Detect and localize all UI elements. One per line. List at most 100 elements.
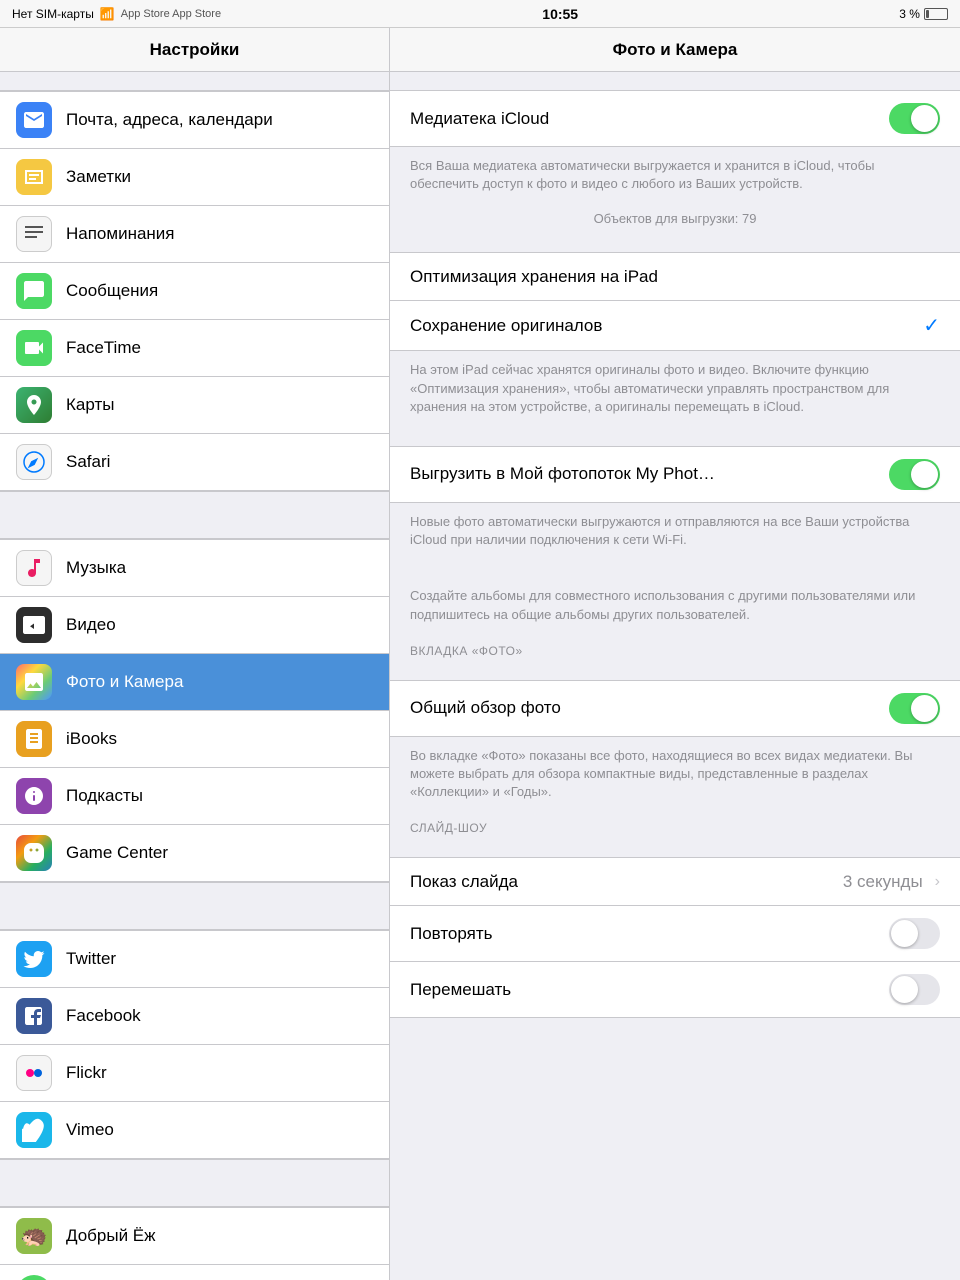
sidebar-item-video[interactable]: Видео [0, 597, 389, 654]
store-labels: App Store App Store [121, 8, 221, 20]
sidebar-item-safari[interactable]: Safari [0, 434, 389, 491]
slideshow-header: СЛАЙД-ШОУ [390, 813, 960, 839]
facetime-label: FaceTime [66, 338, 141, 358]
sidebar-group-1: Почта, адреса, календари Заметки Напомин… [0, 90, 389, 492]
maps-label: Карты [66, 395, 114, 415]
photos-label: Фото и Камера [66, 672, 183, 692]
sidebar-item-maps[interactable]: Карты [0, 377, 389, 434]
photos-overview-row[interactable]: Общий обзор фото [390, 681, 960, 736]
podcasts-icon [16, 778, 52, 814]
sidebar-group-3: Twitter Facebook Flickr Vi [0, 929, 389, 1160]
mail-icon [16, 102, 52, 138]
photos-icon [16, 664, 52, 700]
maps-icon [16, 387, 52, 423]
icloud-toggle-row[interactable]: Медиатека iCloud [390, 91, 960, 146]
mail-label: Почта, адреса, календари [66, 110, 273, 130]
vimeo-label: Vimeo [66, 1120, 114, 1140]
battery-icon [924, 8, 948, 20]
photos-overview-label: Общий обзор фото [410, 698, 889, 718]
messages-label: Сообщения [66, 281, 158, 301]
slide-duration-row[interactable]: Показ слайда 3 секунды › [390, 858, 960, 906]
reminders-label: Напоминания [66, 224, 175, 244]
safari-icon [16, 444, 52, 480]
sidebar-item-flickr[interactable]: Flickr [0, 1045, 389, 1102]
storage-option2-check: ✓ [923, 313, 940, 338]
shuffle-toggle[interactable] [889, 974, 940, 1005]
shuffle-row[interactable]: Перемешать [390, 962, 960, 1017]
repeat-row[interactable]: Повторять [390, 906, 960, 962]
ibooks-label: iBooks [66, 729, 117, 749]
sidebar-item-photos[interactable]: Фото и Камера [0, 654, 389, 711]
main-layout: Почта, адреса, календари Заметки Напомин… [0, 72, 960, 1280]
music-label: Музыка [66, 558, 126, 578]
gamecenter-label: Game Center [66, 843, 168, 863]
icloud-toggle[interactable] [889, 103, 940, 134]
detail-header-title: Фото и Камера [390, 28, 960, 71]
slide-duration-value: 3 секунды [843, 872, 923, 892]
flickr-label: Flickr [66, 1063, 107, 1083]
twitter-icon [16, 941, 52, 977]
shared-description: Создайте альбомы для совместного использ… [390, 577, 960, 635]
photos-tab-description: Во вкладке «Фото» показаны все фото, нах… [390, 737, 960, 814]
storage-section: Оптимизация хранения на iPad Сохранение … [390, 252, 960, 351]
icloud-section: Медиатека iCloud [390, 90, 960, 147]
video-icon [16, 607, 52, 643]
podcasts-label: Подкасты [66, 786, 143, 806]
notes-label: Заметки [66, 167, 131, 187]
photostream-description: Новые фото автоматически выгружаются и о… [390, 503, 960, 561]
reminders-icon [16, 216, 52, 252]
sidebar-item-mail[interactable]: Почта, адреса, календари [0, 91, 389, 149]
hedgehog-icon: 🦔 [16, 1218, 52, 1254]
status-right: 3 % [899, 7, 948, 21]
sidebar-item-appleinsider[interactable]: AppleInsider [0, 1265, 389, 1280]
icloud-toggle-label: Медиатека iCloud [410, 109, 889, 129]
sidebar-item-messages[interactable]: Сообщения [0, 263, 389, 320]
icloud-description: Вся Ваша медиатека автоматически выгружа… [390, 147, 960, 205]
status-bar: Нет SIM-карты 📶 App Store App Store 10:5… [0, 0, 960, 28]
storage-option1-label: Оптимизация хранения на iPad [410, 267, 940, 287]
right-panel: Медиатека iCloud Вся Ваша медиатека авто… [390, 72, 960, 1280]
sidebar-item-reminders[interactable]: Напоминания [0, 206, 389, 263]
notes-icon [16, 159, 52, 195]
no-sim-label: Нет SIM-карты [12, 7, 94, 21]
photos-overview-toggle[interactable] [889, 693, 940, 724]
storage-option2-row[interactable]: Сохранение оригиналов ✓ [390, 301, 960, 350]
ibooks-icon [16, 721, 52, 757]
appleinsider-icon [16, 1275, 52, 1280]
storage-option2-label: Сохранение оригиналов [410, 316, 915, 336]
photostream-label: Выгрузить в Мой фотопоток My Phot… [410, 464, 889, 484]
photostream-toggle[interactable] [889, 459, 940, 490]
storage-option1-row[interactable]: Оптимизация хранения на iPad [390, 253, 960, 301]
facebook-label: Facebook [66, 1006, 141, 1026]
facetime-icon [16, 330, 52, 366]
sidebar-item-facebook[interactable]: Facebook [0, 988, 389, 1045]
slideshow-section: Показ слайда 3 секунды › Повторять Перем… [390, 857, 960, 1018]
sidebar-item-notes[interactable]: Заметки [0, 149, 389, 206]
wifi-icon: 📶 [100, 7, 115, 21]
sidebar-item-vimeo[interactable]: Vimeo [0, 1102, 389, 1159]
sidebar-header-title: Настройки [0, 28, 390, 71]
photos-tab-section: Общий обзор фото [390, 680, 960, 737]
sidebar-item-hedgehog[interactable]: 🦔 Добрый Ёж [0, 1207, 389, 1265]
icloud-count: Объектов для выгрузки: 79 [390, 205, 960, 234]
sidebar-item-ibooks[interactable]: iBooks [0, 711, 389, 768]
shuffle-label: Перемешать [410, 980, 889, 1000]
sidebar-item-music[interactable]: Музыка [0, 539, 389, 597]
status-time: 10:55 [542, 6, 578, 22]
sidebar-item-podcasts[interactable]: Подкасты [0, 768, 389, 825]
photostream-toggle-row[interactable]: Выгрузить в Мой фотопоток My Phot… [390, 447, 960, 502]
video-label: Видео [66, 615, 116, 635]
storage-description: На этом iPad сейчас хранятся оригиналы ф… [390, 351, 960, 428]
sidebar-item-facetime[interactable]: FaceTime [0, 320, 389, 377]
sidebar-item-gamecenter[interactable]: Game Center [0, 825, 389, 882]
repeat-toggle[interactable] [889, 918, 940, 949]
flickr-icon [16, 1055, 52, 1091]
header-row: Настройки Фото и Камера [0, 28, 960, 72]
twitter-label: Twitter [66, 949, 116, 969]
battery-percent: 3 % [899, 7, 920, 21]
sidebar-item-twitter[interactable]: Twitter [0, 930, 389, 988]
photostream-section: Выгрузить в Мой фотопоток My Phot… [390, 446, 960, 503]
facebook-icon [16, 998, 52, 1034]
music-icon [16, 550, 52, 586]
photos-tab-header: ВКЛАДКА «ФОТО» [390, 636, 960, 662]
